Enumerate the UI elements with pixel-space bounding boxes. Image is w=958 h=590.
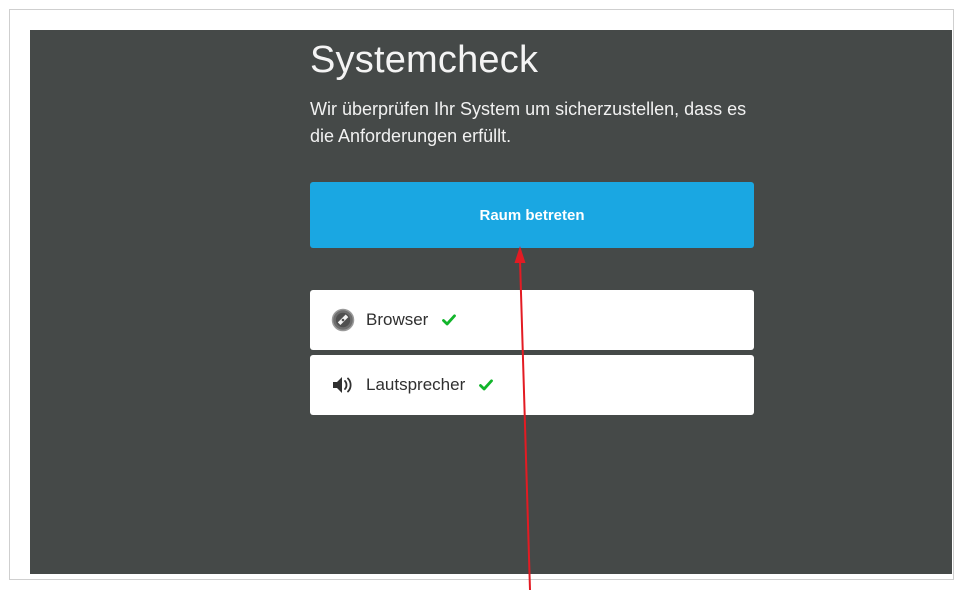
browser-check-icon: [440, 311, 458, 329]
speaker-check-label: Lautsprecher: [366, 375, 466, 394]
page-title: Systemcheck: [310, 39, 539, 81]
enter-room-button[interactable]: Raum betreten: [310, 182, 754, 248]
compass-icon: [330, 307, 356, 333]
speaker-check-icon: [477, 376, 495, 394]
speaker-check-row: Lautsprecher: [310, 355, 754, 415]
speaker-icon: [330, 372, 356, 398]
browser-check-label: Browser: [366, 310, 429, 329]
browser-check-row: Browser: [310, 290, 754, 350]
page-subtitle: Wir überprüfen Ihr System um sicherzuste…: [310, 99, 747, 146]
system-check-header: Systemcheck Wir überprüfen Ihr System um…: [310, 36, 754, 150]
